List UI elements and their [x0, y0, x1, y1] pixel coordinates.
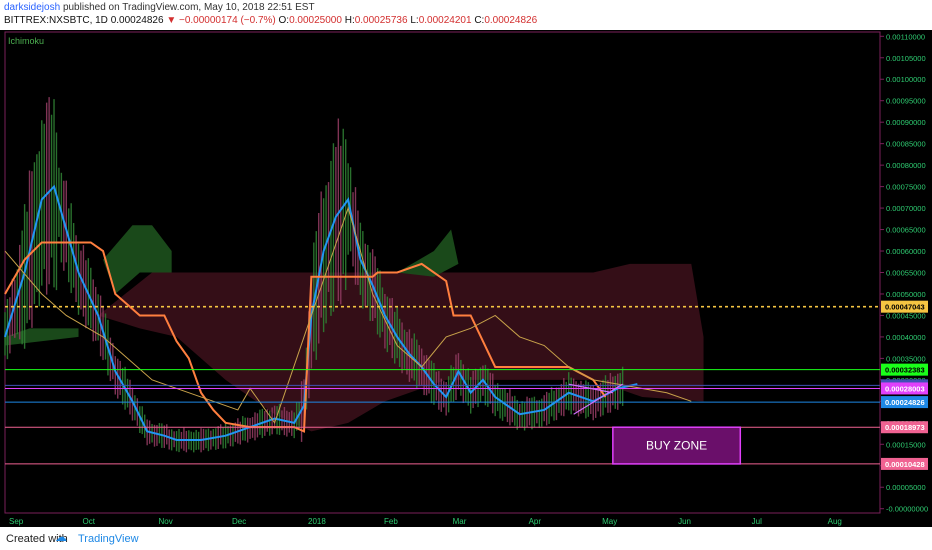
y-tick-label: -0.00000000	[886, 505, 928, 514]
high-label: H:	[344, 15, 355, 26]
y-tick-label: 0.00050000	[886, 290, 926, 299]
close-label: C:	[474, 15, 485, 26]
footer: Created with ☁ TradingView	[0, 527, 932, 550]
tradingview-logo-icon[interactable]: ☁	[55, 530, 67, 544]
x-tick-label: Oct	[83, 517, 96, 526]
price-tag-label: 0.00018973	[885, 423, 925, 432]
x-tick-label: Jul	[752, 517, 762, 526]
x-tick-label: Dec	[232, 517, 246, 526]
y-tick-label: 0.00045000	[886, 311, 926, 320]
open-label: O:	[278, 15, 290, 26]
author-link[interactable]: darksidejosh	[4, 2, 60, 13]
y-tick-label: 0.00060000	[886, 247, 926, 256]
price-tag-label: 0.00024826	[885, 398, 925, 407]
y-tick-label: 0.00070000	[886, 204, 926, 213]
x-tick-label: Feb	[384, 517, 398, 526]
y-tick-label: 0.00085000	[886, 140, 926, 149]
x-tick-label: Nov	[159, 517, 173, 526]
y-tick-label: 0.00100000	[886, 75, 926, 84]
buy-zone-label: BUY ZONE	[646, 439, 707, 453]
y-tick-label: 0.00055000	[886, 269, 926, 278]
x-tick-label: Aug	[828, 517, 842, 526]
x-tick-label: 2018	[308, 517, 326, 526]
ichimoku-cloud-bullish	[5, 328, 79, 346]
y-tick-label: 0.00065000	[886, 226, 926, 235]
ohlc-line: BITTREX:NXSBTC, 1D 0.00024826 ▼ −0.00000…	[4, 15, 537, 26]
price-tag-label: 0.00028003	[885, 384, 925, 393]
published-info: published on TradingView.com, May 10, 20…	[62, 2, 315, 13]
price-change: −0.00000174 (−0.7%)	[179, 15, 276, 26]
y-tick-label: 0.00015000	[886, 440, 926, 449]
symbol-label: BITTREX:NXSBTC, 1D	[4, 15, 108, 26]
y-tick-label: 0.00105000	[886, 54, 926, 63]
tradingview-brand-link[interactable]: TradingView	[78, 533, 139, 545]
y-tick-label: 0.00090000	[886, 118, 926, 127]
chart-svg[interactable]: BUY ZONE Ichimoku 0.00110000 0.00105000 0.00…	[0, 30, 932, 527]
x-tick-label: Apr	[529, 517, 542, 526]
x-tick-label: Mar	[453, 517, 467, 526]
price-tag-label: 0.00047043	[885, 303, 925, 312]
x-tick-label: Jun	[678, 517, 691, 526]
price-tag-label: 0.00010428	[885, 460, 925, 469]
last-price: 0.00024826	[110, 15, 164, 26]
low-value: 0.00024201	[418, 15, 472, 26]
down-arrow-icon: ▼	[166, 15, 177, 26]
y-tick-label: 0.00075000	[886, 183, 926, 192]
chart-header: darksidejosh published on TradingView.co…	[0, 0, 932, 30]
close-value: 0.00024826	[484, 15, 538, 26]
ichimoku-cloud-bearish	[98, 263, 704, 432]
x-tick-label: May	[602, 517, 617, 526]
high-value: 0.00025736	[354, 15, 408, 26]
y-tick-label: 0.00110000	[886, 32, 925, 41]
chart-area[interactable]: BUY ZONE Ichimoku 0.00110000 0.00105000 0.00…	[0, 30, 932, 527]
y-tick-label: 0.00095000	[886, 97, 926, 106]
y-tick-label: 0.00080000	[886, 161, 926, 170]
y-tick-label: 0.00040000	[886, 333, 926, 342]
price-tag-label: 0.00032383	[885, 366, 925, 375]
publish-line: darksidejosh published on TradingView.co…	[4, 2, 315, 13]
y-tick-label: 0.00035000	[886, 354, 926, 363]
y-tick-label: 0.00005000	[886, 483, 926, 492]
open-value: 0.00025000	[289, 15, 342, 26]
indicator-label: Ichimoku	[8, 36, 44, 46]
x-tick-label: Sep	[9, 517, 24, 526]
low-label: L:	[410, 15, 419, 26]
